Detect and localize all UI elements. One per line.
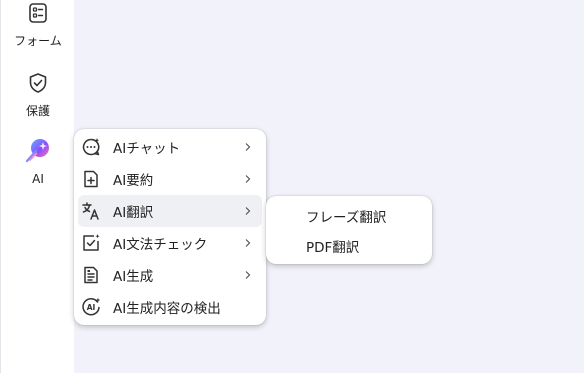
summary-icon [84,170,98,188]
chevron-right-icon [245,175,251,183]
ai-detect-icon: AI [82,297,101,316]
ai-menu: AIチャット AI要約 AI翻訳 AI文法チェック AI生成 AI AI生成内容… [74,129,266,325]
menu-item-ai-chat[interactable]: AIチャット [78,131,262,163]
chevron-right-icon [245,143,251,151]
menu-item-label: AIチャット [113,141,181,157]
sidebar-item-protect[interactable]: 保護 [1,72,75,119]
shield-icon [29,73,47,93]
svg-text:AI: AI [87,303,96,312]
translate-icon [82,202,99,220]
sidebar-item-form[interactable]: フォーム [1,2,75,49]
sidebar-item-label: 保護 [25,104,50,118]
menu-item-label: AI文法チェック [113,237,208,253]
menu-item-ai-grammar-check[interactable]: AI文法チェック [78,227,262,259]
left-sidebar: フォーム 保護 AI [0,0,74,373]
chevron-right-icon [245,207,251,215]
ai-icon [25,139,49,163]
menu-item-label: AI生成 [113,269,154,285]
menu-item-label: AI要約 [113,173,154,189]
generate-icon [84,266,98,284]
menu-item-ai-translate[interactable]: AI翻訳 [78,195,262,227]
chevron-right-icon [245,271,251,279]
menu-item-label: AI翻訳 [113,205,154,221]
sidebar-item-label: AI [32,172,44,186]
submenu-item-pdf-translate[interactable]: PDF翻訳 [306,236,359,256]
menu-item-ai-content-detection[interactable]: AI AI生成内容の検出 [78,291,262,323]
menu-item-ai-generate[interactable]: AI生成 [78,259,262,291]
form-icon [29,3,47,23]
chevron-right-icon [245,239,251,247]
submenu-item-phrase-translate[interactable]: フレーズ翻訳 [306,206,386,226]
translate-submenu: フレーズ翻訳 PDF翻訳 [266,196,432,264]
menu-item-ai-summary[interactable]: AI要約 [78,163,262,195]
chat-icon [82,138,100,156]
sidebar-item-ai[interactable]: AI [1,136,75,186]
sidebar-item-label: フォーム [14,34,62,48]
grammar-check-icon [83,234,100,251]
menu-item-label: AI生成内容の検出 [113,301,221,317]
